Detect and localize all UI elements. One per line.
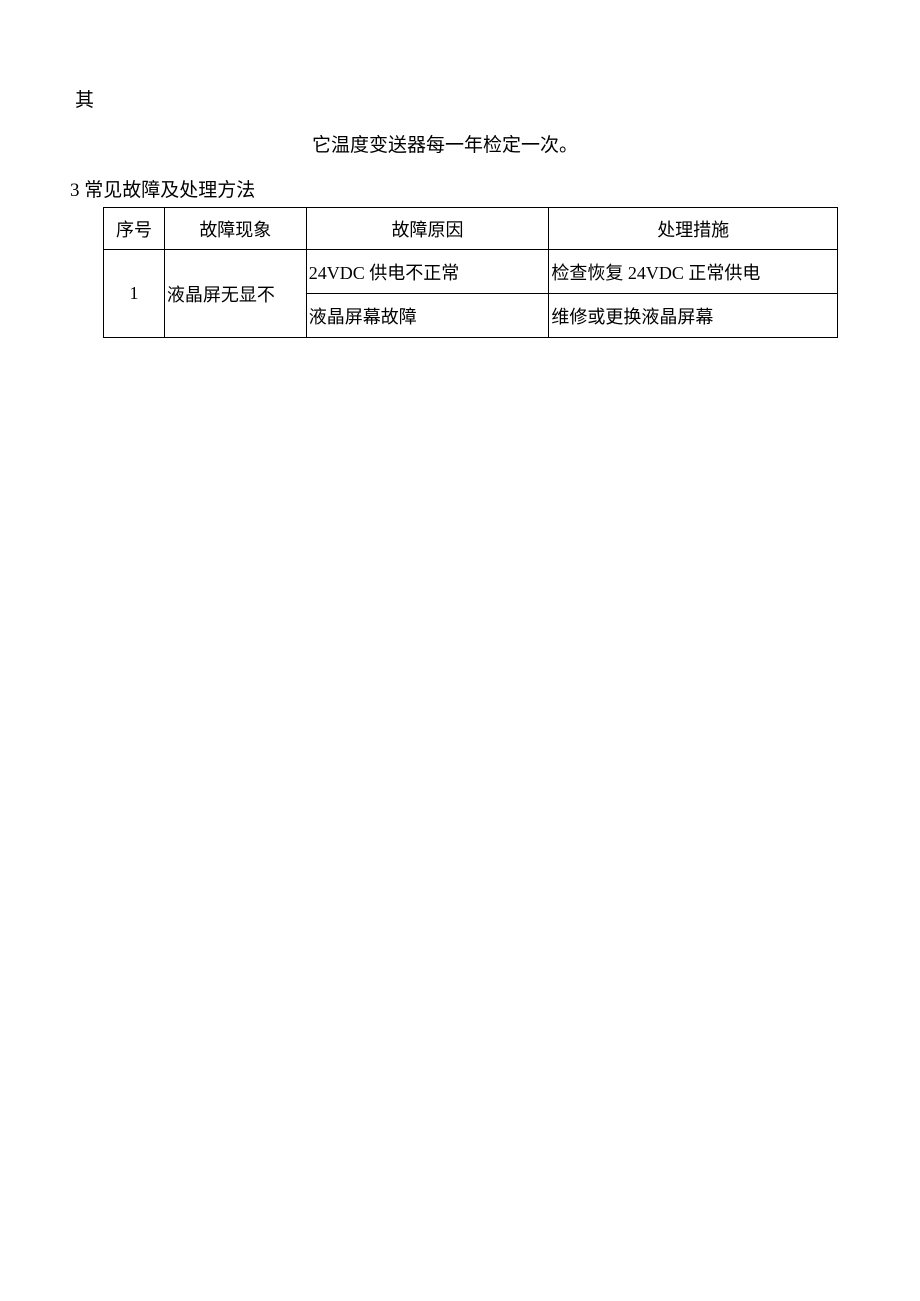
cell-cause: 24VDC 供电不正常 xyxy=(306,250,549,294)
cell-cause: 液晶屏幕故障 xyxy=(306,294,549,338)
section-title: 3 常见故障及处理方法 xyxy=(70,175,845,202)
header-phenomenon: 故障现象 xyxy=(164,208,306,250)
cell-measure: 维修或更换液晶屏幕 xyxy=(549,294,838,338)
cell-measure: 检查恢复 24VDC 正常供电 xyxy=(549,250,838,294)
cell-seqno: 1 xyxy=(104,250,165,338)
fault-table: 序号 故障现象 故障原因 处理措施 1 液晶屏无显不 24VDC 供电不正常 检… xyxy=(103,207,838,338)
header-seqno: 序号 xyxy=(104,208,165,250)
cell-phenomenon: 液晶屏无显不 xyxy=(164,250,306,338)
header-cause: 故障原因 xyxy=(306,208,549,250)
text-line2: 它温度变送器每一年检定一次。 xyxy=(312,130,845,157)
header-measure: 处理措施 xyxy=(549,208,838,250)
table-row: 1 液晶屏无显不 24VDC 供电不正常 检查恢复 24VDC 正常供电 xyxy=(104,250,838,294)
text-qi: 其 xyxy=(75,85,845,112)
